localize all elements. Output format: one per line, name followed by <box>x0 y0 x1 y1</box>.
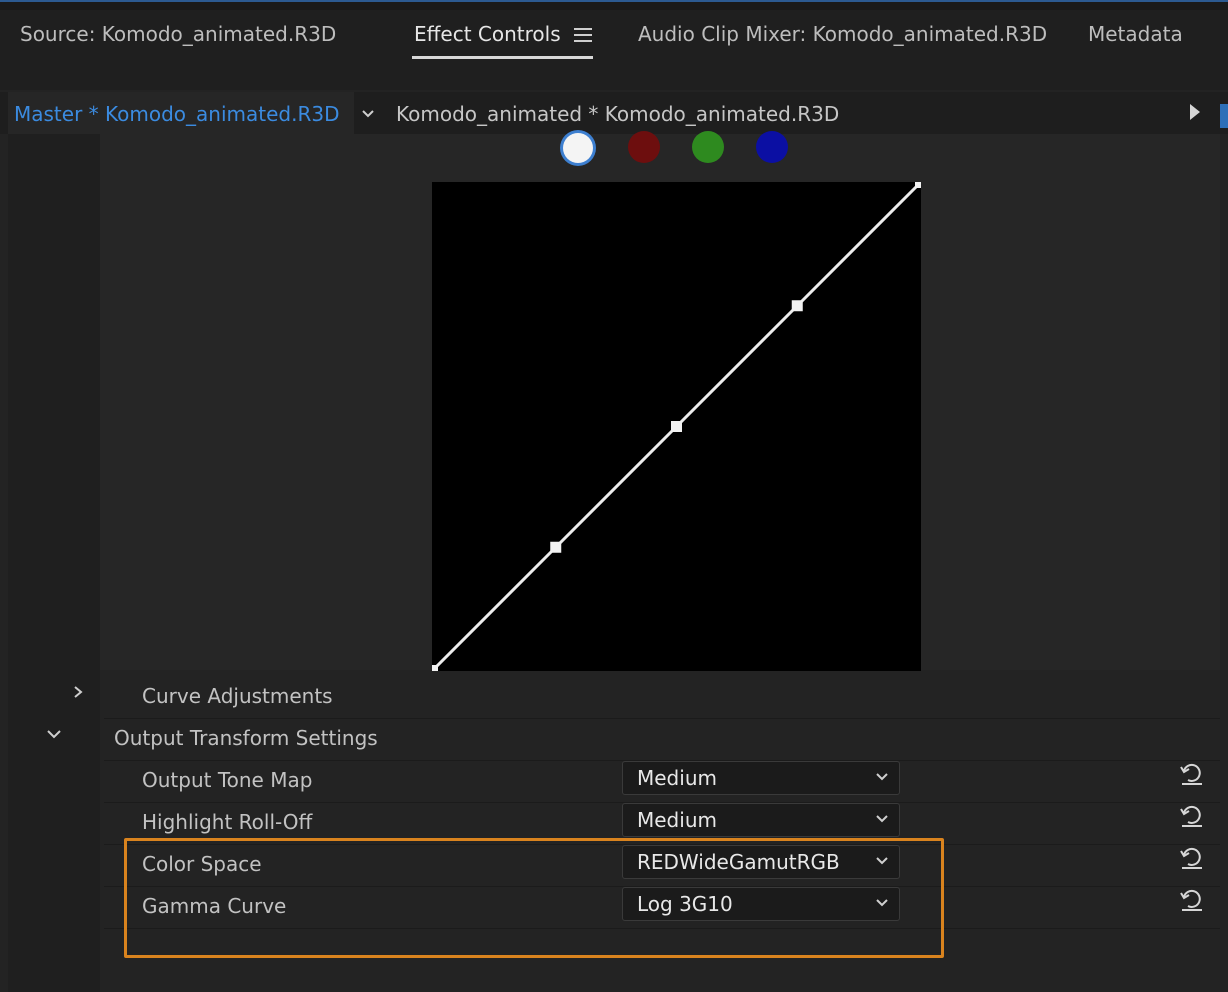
clip-instance-label[interactable]: Komodo_animated * Komodo_animated.R3D <box>396 102 839 126</box>
curve-svg[interactable] <box>432 182 921 671</box>
chevron-down-icon[interactable] <box>362 108 374 120</box>
curve-control-point[interactable] <box>432 665 438 671</box>
tab-source[interactable]: Source: Komodo_animated.R3D <box>20 22 336 46</box>
panel-top-border <box>0 0 1228 10</box>
chevron-down-icon <box>876 773 888 781</box>
panel-menu-icon[interactable] <box>574 26 592 42</box>
channel-blue-button[interactable] <box>756 131 788 163</box>
output-transform-label[interactable]: Output Transform Settings <box>114 726 378 750</box>
chevron-right-icon[interactable] <box>72 685 84 699</box>
curve-control-point[interactable] <box>791 300 803 312</box>
tab-effect-controls[interactable]: Effect Controls <box>414 22 561 46</box>
channel-white-button[interactable] <box>563 133 593 163</box>
output-tone-map-dropdown[interactable]: Medium <box>622 761 900 795</box>
timeline-edge-marker <box>1220 104 1228 128</box>
tab-metadata[interactable]: Metadata <box>1088 22 1183 46</box>
reset-icon[interactable] <box>1178 845 1206 871</box>
curve-control-point[interactable] <box>671 421 682 432</box>
tab-audio-clip-mixer[interactable]: Audio Clip Mixer: Komodo_animated.R3D <box>638 22 1047 46</box>
channel-green-button[interactable] <box>692 131 724 163</box>
left-gutter <box>8 134 100 992</box>
highlight-annotation-box <box>124 838 944 958</box>
highlight-roll-off-dropdown[interactable]: Medium <box>622 803 900 837</box>
output-tone-map-value: Medium <box>637 766 717 790</box>
curve-control-point[interactable] <box>915 182 921 188</box>
curve-adjustments-label[interactable]: Curve Adjustments <box>142 684 333 708</box>
output-tone-map-label: Output Tone Map <box>142 768 313 792</box>
reset-icon[interactable] <box>1178 761 1206 787</box>
master-clip-label[interactable]: Master * Komodo_animated.R3D <box>14 102 339 126</box>
curve-control-point[interactable] <box>550 541 562 553</box>
chevron-down-icon[interactable] <box>46 728 62 740</box>
reset-icon[interactable] <box>1178 803 1206 829</box>
highlight-roll-off-label: Highlight Roll-Off <box>142 810 313 834</box>
chevron-down-icon <box>876 815 888 823</box>
reset-icon[interactable] <box>1178 887 1206 913</box>
channel-red-button[interactable] <box>628 131 660 163</box>
curve-graph[interactable] <box>432 182 921 671</box>
active-tab-indicator <box>412 56 593 59</box>
highlight-roll-off-value: Medium <box>637 808 717 832</box>
play-icon[interactable] <box>1190 104 1200 120</box>
